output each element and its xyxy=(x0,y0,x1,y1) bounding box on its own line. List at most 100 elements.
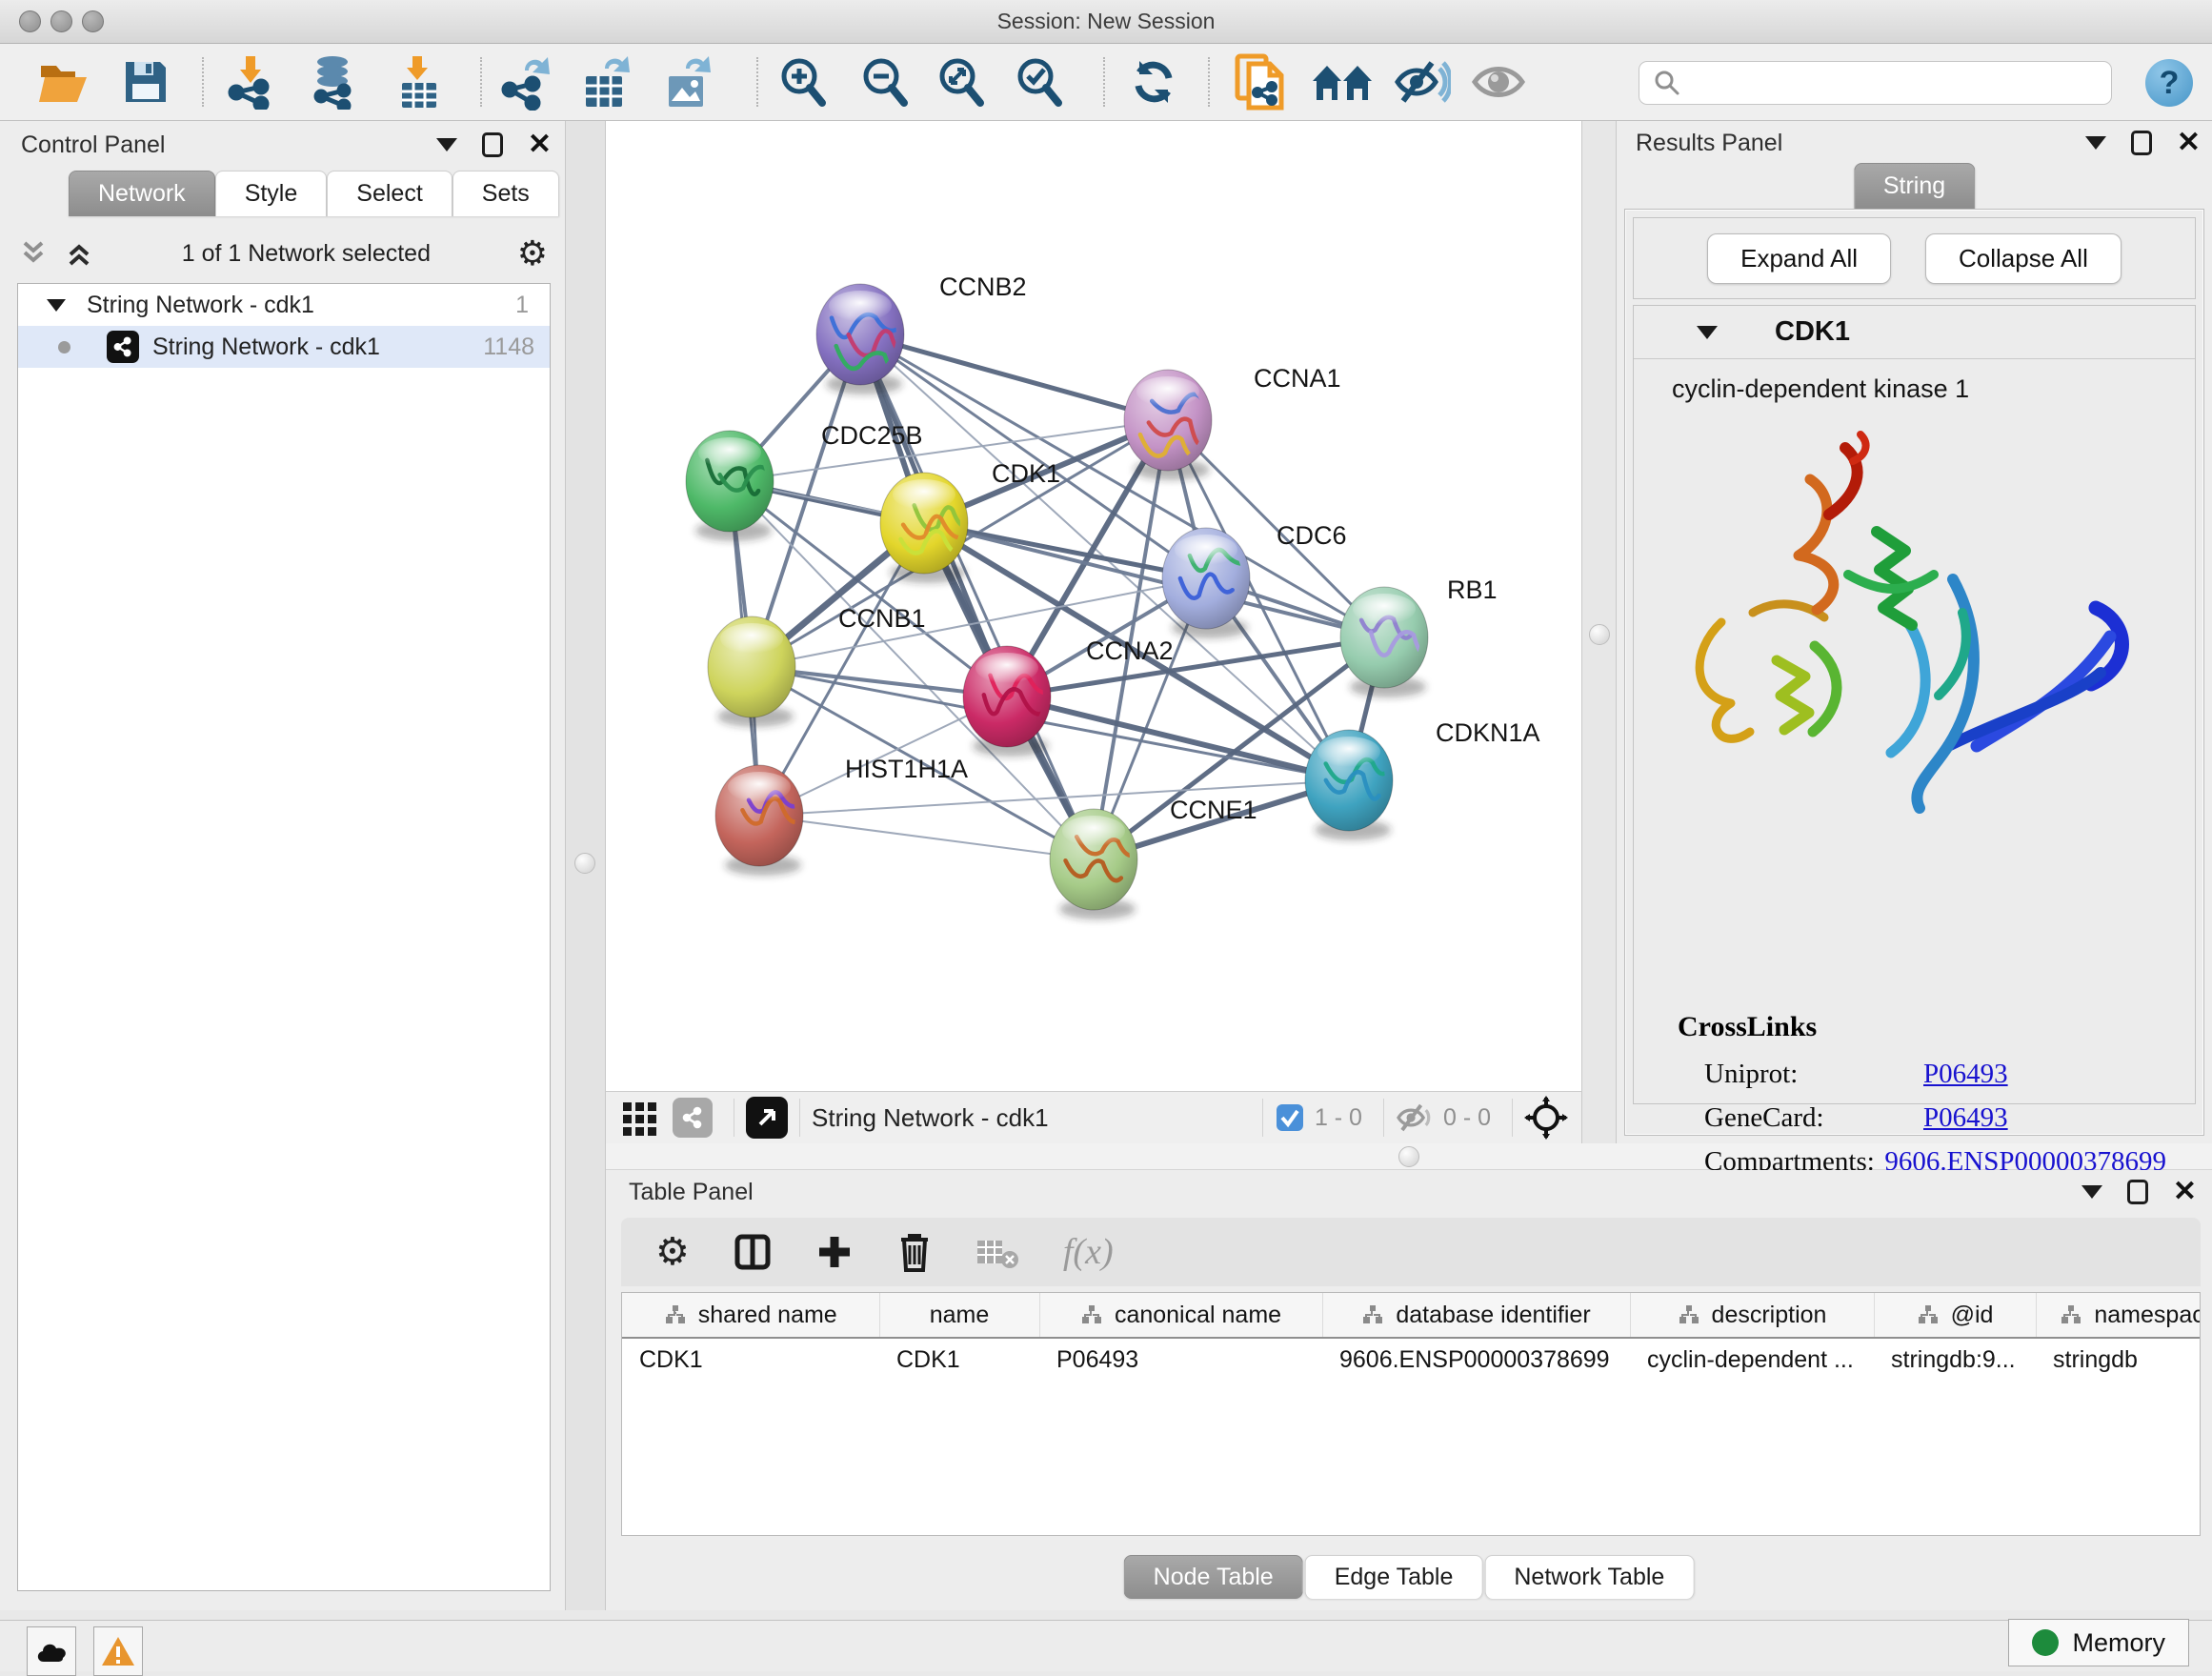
table-row[interactable]: CDK1 CDK1 P06493 9606.ENSP00000378699 cy… xyxy=(622,1338,2201,1382)
cloud-button[interactable] xyxy=(27,1626,76,1676)
tab-network-table[interactable]: Network Table xyxy=(1484,1555,1694,1599)
column-header[interactable]: @id xyxy=(1874,1293,2036,1338)
node-HIST1H1A[interactable] xyxy=(715,765,803,876)
export-table-button[interactable] xyxy=(577,53,636,111)
collapse-all-networks-icon[interactable] xyxy=(63,237,95,270)
column-header[interactable]: database identifier xyxy=(1322,1293,1630,1338)
column-header[interactable]: shared name xyxy=(622,1293,879,1338)
gene-header-row[interactable]: CDK1 xyxy=(1634,306,2195,359)
warnings-button[interactable] xyxy=(93,1626,143,1676)
column-header[interactable]: namespace xyxy=(2036,1293,2201,1338)
expand-all-button[interactable]: Expand All xyxy=(1707,233,1891,284)
export-network-button[interactable] xyxy=(495,53,554,111)
add-column-icon[interactable] xyxy=(815,1233,854,1271)
panel-menu-icon[interactable] xyxy=(2085,136,2106,150)
node-CDC25B[interactable] xyxy=(686,431,789,541)
zoom-out-button[interactable] xyxy=(855,53,915,111)
hide-unhide-button[interactable] xyxy=(1393,53,1452,111)
tab-select[interactable]: Select xyxy=(327,171,452,216)
column-header[interactable]: description xyxy=(1630,1293,1874,1338)
column-header[interactable]: canonical name xyxy=(1039,1293,1322,1338)
zoom-in-icon xyxy=(776,55,830,109)
zoom-selected-button[interactable] xyxy=(1010,53,1069,111)
share-document-button[interactable] xyxy=(1231,53,1290,111)
function-builder-icon[interactable]: f(x) xyxy=(1063,1231,1114,1273)
network-collection-row[interactable]: String Network - cdk1 1 xyxy=(18,284,550,326)
network-options-gear-icon[interactable]: ⚙ xyxy=(517,236,548,271)
table-cell[interactable]: CDK1 xyxy=(879,1338,1039,1382)
delete-table-icon[interactable] xyxy=(975,1235,1019,1269)
selected-checkbox-icon[interactable] xyxy=(1275,1102,1305,1133)
import-network-file-button[interactable] xyxy=(221,53,280,111)
detach-view-icon[interactable] xyxy=(746,1097,788,1139)
tab-sets[interactable]: Sets xyxy=(452,171,559,216)
search-box[interactable] xyxy=(1639,61,2112,105)
edge-HIST1H1A-CCNE1[interactable] xyxy=(759,816,1094,859)
network-row[interactable]: String Network - cdk1 11 48 xyxy=(18,326,550,368)
table-options-gear-icon[interactable]: ⚙ xyxy=(655,1233,690,1271)
panel-float-icon[interactable] xyxy=(2131,131,2152,155)
panel-menu-icon[interactable] xyxy=(2081,1185,2102,1199)
tab-style[interactable]: Style xyxy=(215,171,328,216)
status-bar: Memory xyxy=(0,1620,2212,1671)
column-header[interactable]: name xyxy=(879,1293,1039,1338)
panel-close-icon[interactable]: ✕ xyxy=(528,131,552,159)
network-share-view-icon[interactable] xyxy=(673,1098,713,1138)
string-network-graph[interactable]: CCNB2CCNA1CDC25BCDK1CDC6RB1CCNB1CCNA2CDK… xyxy=(606,121,1581,1091)
expand-all-networks-icon[interactable] xyxy=(17,237,50,270)
help-question-mark: ? xyxy=(2160,65,2180,102)
node-CCNB1[interactable] xyxy=(708,616,795,727)
open-session-button[interactable] xyxy=(34,53,93,111)
help-button[interactable]: ? xyxy=(2145,59,2193,107)
table-cell[interactable]: cyclin-dependent ... xyxy=(1630,1338,1874,1382)
table-cell[interactable]: CDK1 xyxy=(622,1338,879,1382)
crosslink-link[interactable]: P06493 xyxy=(1923,1059,2008,1090)
node-RB1[interactable] xyxy=(1340,587,1429,697)
panel-menu-icon[interactable] xyxy=(436,138,457,151)
collection-expand-icon[interactable] xyxy=(47,299,66,312)
zoom-in-button[interactable] xyxy=(774,53,833,111)
splitter-right[interactable] xyxy=(1581,121,1617,1143)
search-input[interactable] xyxy=(1691,70,2111,96)
show-columns-icon[interactable] xyxy=(734,1233,772,1271)
crosslink-link[interactable]: P06493 xyxy=(1923,1102,2008,1134)
splitter-left-handle[interactable] xyxy=(574,853,595,874)
node-CCNE1[interactable] xyxy=(1050,809,1137,919)
panel-float-icon[interactable] xyxy=(482,132,503,157)
tab-network[interactable]: Network xyxy=(69,171,215,216)
toggle-view-button[interactable] xyxy=(1469,53,1528,111)
node-CCNA1[interactable] xyxy=(1124,370,1222,480)
splitter-left[interactable] xyxy=(565,121,606,1610)
splitter-right-handle[interactable] xyxy=(1589,624,1610,645)
hidden-eye-icon[interactable] xyxy=(1396,1101,1434,1134)
zoom-fit-button[interactable] xyxy=(932,53,991,111)
export-image-button[interactable] xyxy=(659,53,718,111)
tab-string[interactable]: String xyxy=(1854,163,1975,209)
tab-node-table[interactable]: Node Table xyxy=(1124,1555,1303,1599)
string-home-button[interactable] xyxy=(1313,53,1372,111)
network-canvas[interactable]: CCNB2CCNA1CDC25BCDK1CDC6RB1CCNB1CCNA2CDK… xyxy=(606,121,1581,1091)
import-network-database-button[interactable] xyxy=(303,53,362,111)
table-cell[interactable]: stringdb xyxy=(2036,1338,2201,1382)
collapse-all-button[interactable]: Collapse All xyxy=(1925,233,2122,284)
table-cell[interactable]: stringdb:9... xyxy=(1874,1338,2036,1382)
node-CDKN1A[interactable] xyxy=(1305,730,1393,840)
panel-float-icon[interactable] xyxy=(2127,1180,2148,1204)
node-CCNA2[interactable] xyxy=(963,646,1051,757)
table-cell[interactable]: P06493 xyxy=(1039,1338,1322,1382)
crosshair-icon[interactable] xyxy=(1524,1096,1568,1140)
panel-close-icon[interactable]: ✕ xyxy=(2173,1178,2197,1206)
panel-close-icon[interactable]: ✕ xyxy=(2177,129,2201,157)
refresh-button[interactable] xyxy=(1124,53,1183,111)
import-table-button[interactable] xyxy=(389,53,448,111)
delete-column-icon[interactable] xyxy=(897,1232,932,1272)
node-CCNB2[interactable] xyxy=(816,284,907,394)
tab-edge-table[interactable]: Edge Table xyxy=(1305,1555,1483,1599)
gene-collapse-icon[interactable] xyxy=(1697,326,1718,339)
save-session-button[interactable] xyxy=(116,53,175,111)
splitter-bottom-handle[interactable] xyxy=(1398,1146,1419,1167)
memory-button[interactable]: Memory xyxy=(2008,1619,2189,1666)
grid-view-icon[interactable] xyxy=(621,1099,659,1137)
table-cell[interactable]: 9606.ENSP00000378699 xyxy=(1322,1338,1630,1382)
node-CDK1[interactable] xyxy=(880,473,969,583)
